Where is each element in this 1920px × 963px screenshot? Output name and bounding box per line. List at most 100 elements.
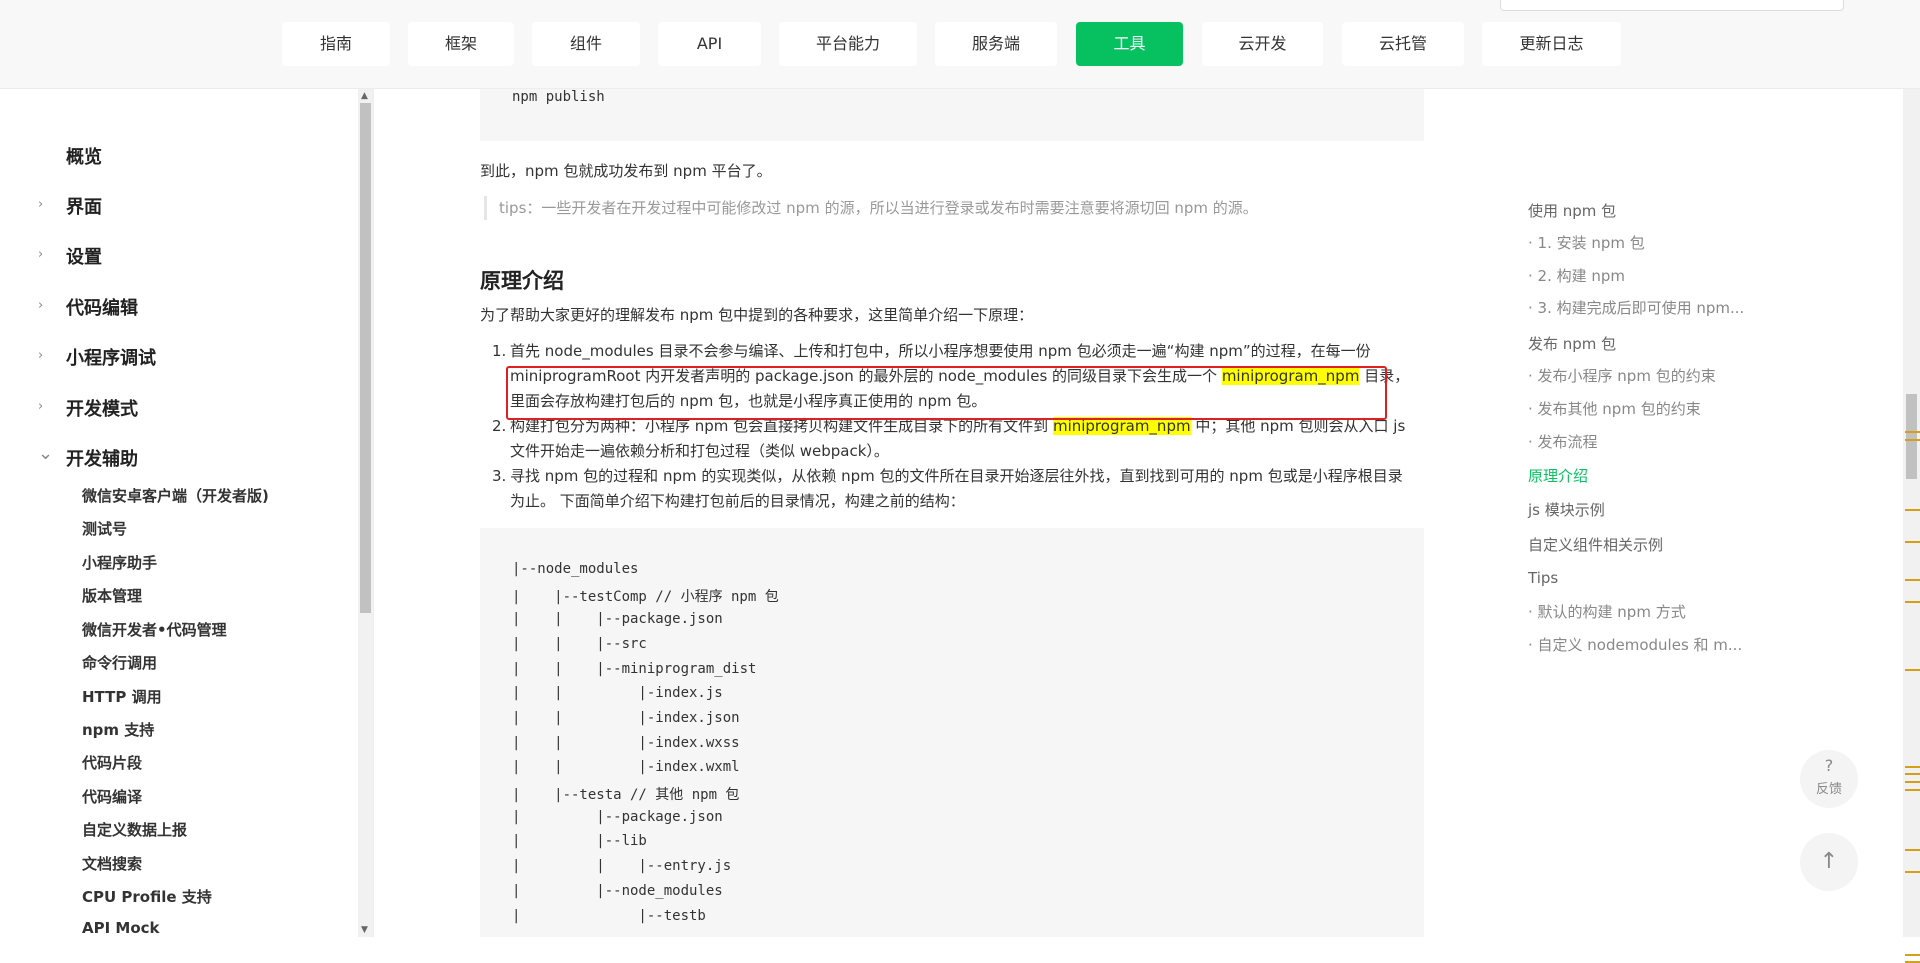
code-block-tree: |--node_modules | |--testComp // 小程序 npm… bbox=[480, 528, 1424, 937]
chevron-down-icon: ⌄ bbox=[38, 443, 54, 464]
list-item-text: 寻找 npm 包的过程和 npm 的实现类似，从依赖 npm 包的文件所在目录开… bbox=[510, 467, 1403, 485]
toc-item[interactable]: · 3. 构建完成后即可使用 npm... bbox=[1528, 297, 1744, 318]
code-line: | | |--src bbox=[512, 636, 647, 652]
sidebar-scroll-thumb[interactable] bbox=[360, 103, 371, 613]
feedback-label: 反馈 bbox=[1815, 782, 1842, 797]
toc-item[interactable]: · 2. 构建 npm bbox=[1528, 265, 1625, 286]
code-line: | | |--entry.js bbox=[512, 858, 732, 874]
sidebar-subitem[interactable]: 小程序助手 bbox=[82, 552, 157, 573]
sidebar-item-label: 概览 bbox=[66, 147, 102, 168]
sidebar-scrollbar[interactable]: ▲ ▼ bbox=[358, 89, 373, 937]
search-match-marker bbox=[1905, 541, 1920, 543]
toc-item[interactable]: · 自定义 nodemodules 和 m... bbox=[1528, 634, 1742, 655]
tab-platform[interactable]: 平台能力 bbox=[779, 22, 917, 66]
tips-note: tips：一些开发者在开发过程中可能修改过 npm 的源，所以当进行登录或发布时… bbox=[484, 196, 1258, 220]
tab-guide[interactable]: 指南 bbox=[282, 22, 390, 66]
toc-item[interactable]: · 发布流程 bbox=[1528, 431, 1598, 452]
tab-server[interactable]: 服务端 bbox=[935, 22, 1057, 66]
sidebar-subitem[interactable]: 微信安卓客户端（开发者版) bbox=[82, 485, 269, 506]
tab-components[interactable]: 组件 bbox=[532, 22, 640, 66]
feedback-button[interactable]: ? 反馈 bbox=[1800, 750, 1858, 808]
search-input[interactable] bbox=[1500, 0, 1844, 11]
arrow-up-icon: ↑ bbox=[1819, 849, 1839, 874]
code-line: | | |-index.wxml bbox=[512, 759, 740, 775]
sidebar-subitem[interactable]: 命令行调用 bbox=[82, 652, 157, 673]
toc-item-active[interactable]: 原理介绍 bbox=[1528, 465, 1588, 486]
sidebar-subitem[interactable]: 测试号 bbox=[82, 518, 127, 539]
toc-item[interactable]: · 1. 安装 npm 包 bbox=[1528, 232, 1645, 253]
sidebar-item-label: 开发辅助 bbox=[66, 449, 138, 470]
search-match-marker bbox=[1905, 579, 1920, 581]
sidebar-subitem[interactable]: HTTP 调用 bbox=[82, 686, 162, 707]
search-match-marker bbox=[1905, 431, 1920, 433]
code-line: | |--testb bbox=[512, 908, 706, 924]
toc-item[interactable]: Tips bbox=[1528, 569, 1558, 587]
code-line: | |--testa // 其他 npm 包 bbox=[512, 787, 740, 803]
page-scrollbar[interactable] bbox=[1903, 89, 1920, 963]
code-line: | |--lib bbox=[512, 833, 647, 849]
sidebar-item-debug[interactable]: › 小程序调试 bbox=[0, 338, 350, 378]
search-match-marker bbox=[1905, 509, 1920, 511]
toc-item[interactable]: 使用 npm 包 bbox=[1528, 200, 1616, 221]
sidebar-item-label: 小程序调试 bbox=[66, 348, 156, 369]
toc-item[interactable]: · 发布其他 npm 包的约束 bbox=[1528, 398, 1701, 419]
sidebar-subitem-npm[interactable]: npm 支持 bbox=[82, 719, 154, 740]
list-item-text: 文件开始走一遍依赖分析和打包过程（类似 webpack）。 bbox=[510, 442, 889, 460]
code-line: |--node_modules bbox=[512, 561, 639, 577]
sidebar-item-dev-assist[interactable]: ⌄ 开发辅助 bbox=[0, 439, 350, 479]
sidebar-item-label: 设置 bbox=[66, 247, 102, 268]
tab-api[interactable]: API bbox=[658, 22, 761, 66]
search-match-marker bbox=[1905, 849, 1920, 851]
list-number: 3. bbox=[492, 467, 507, 485]
toc-item[interactable]: js 模块示例 bbox=[1528, 499, 1605, 520]
code-line: | | |-index.js bbox=[512, 685, 723, 701]
tab-cloud-dev[interactable]: 云开发 bbox=[1202, 22, 1323, 66]
chevron-right-icon: › bbox=[38, 247, 44, 262]
scroll-up-icon[interactable]: ▲ bbox=[361, 91, 368, 101]
tab-tools[interactable]: 工具 bbox=[1076, 22, 1183, 66]
search-match-marker bbox=[1905, 766, 1920, 768]
search-match-marker bbox=[1905, 781, 1920, 783]
sidebar-item-settings[interactable]: › 设置 bbox=[0, 237, 350, 277]
section-heading: 原理介绍 bbox=[480, 269, 564, 293]
page-scroll-thumb[interactable] bbox=[1906, 394, 1917, 479]
sidebar-subitem[interactable]: API Mock bbox=[82, 919, 160, 937]
code-block-publish: npm publish bbox=[480, 89, 1424, 141]
sidebar-subitem[interactable]: 版本管理 bbox=[82, 585, 142, 606]
toc-item[interactable]: 发布 npm 包 bbox=[1528, 333, 1616, 354]
search-match-marker bbox=[1905, 954, 1920, 956]
sidebar-item-overview[interactable]: 概览 bbox=[0, 137, 350, 177]
toc-item[interactable]: 自定义组件相关示例 bbox=[1528, 534, 1663, 555]
code-line: | |--testComp // 小程序 npm 包 bbox=[512, 589, 779, 605]
sidebar-subitem[interactable]: 自定义数据上报 bbox=[82, 819, 187, 840]
sidebar-subitem[interactable]: 代码片段 bbox=[82, 752, 142, 773]
toc-item[interactable]: · 发布小程序 npm 包的约束 bbox=[1528, 365, 1716, 386]
tab-changelog[interactable]: 更新日志 bbox=[1482, 22, 1621, 66]
list-number: 2. bbox=[492, 417, 507, 435]
tab-framework[interactable]: 框架 bbox=[408, 22, 514, 66]
scroll-down-icon[interactable]: ▼ bbox=[361, 925, 368, 935]
sidebar-item-interface[interactable]: › 界面 bbox=[0, 187, 350, 227]
search-match-marker bbox=[1905, 669, 1920, 671]
sidebar-subitem[interactable]: 代码编译 bbox=[82, 786, 142, 807]
sidebar-subitem[interactable]: 文档搜索 bbox=[82, 853, 142, 874]
chevron-right-icon: › bbox=[38, 348, 44, 363]
sidebar-item-code-edit[interactable]: › 代码编辑 bbox=[0, 288, 350, 328]
sidebar-item-label: 开发模式 bbox=[66, 399, 138, 420]
list-item-text: 为止。 下面简单介绍下构建打包前后的目录情况，构建之前的结构： bbox=[510, 492, 965, 510]
code-line: | | |-index.json bbox=[512, 710, 740, 726]
toc-item[interactable]: · 默认的构建 npm 方式 bbox=[1528, 601, 1686, 622]
search-match-marker bbox=[1905, 871, 1920, 873]
chevron-right-icon: › bbox=[38, 399, 44, 414]
list-item-text: 首先 node_modules 目录不会参与编译、上传和打包中，所以小程序想要使… bbox=[510, 342, 1371, 360]
code-line: | |--node_modules bbox=[512, 883, 723, 899]
back-to-top-button[interactable]: ↑ bbox=[1800, 833, 1858, 891]
list-number: 1. bbox=[492, 342, 507, 360]
sidebar-item-dev-mode[interactable]: › 开发模式 bbox=[0, 389, 350, 429]
tab-cloud-hosting[interactable]: 云托管 bbox=[1342, 22, 1464, 66]
code-line: npm publish bbox=[512, 89, 605, 105]
published-text: 到此，npm 包就成功发布到 npm 平台了。 bbox=[480, 162, 772, 180]
sidebar-subitem[interactable]: CPU Profile 支持 bbox=[82, 886, 212, 907]
sidebar-subitem[interactable]: 微信开发者•代码管理 bbox=[82, 619, 227, 640]
annotation-box bbox=[506, 366, 1387, 420]
